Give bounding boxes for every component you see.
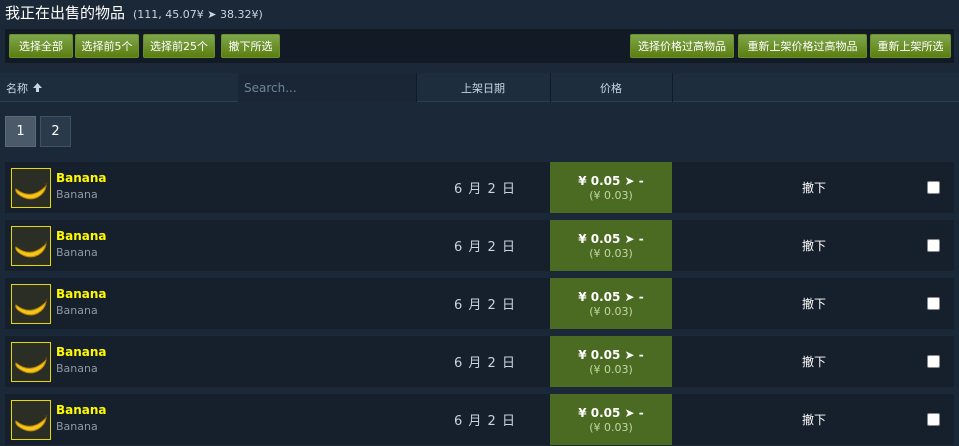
column-name-label: 名称 [6, 81, 28, 95]
listing-row: Banana Banana 6 月 2 日 ¥ 0.05 ➤ - (¥ 0.03… [5, 394, 954, 445]
listing-row: Banana Banana 6 月 2 日 ¥ 0.05 ➤ - (¥ 0.03… [5, 162, 954, 213]
select-first-25-button[interactable]: 选择前25个 [143, 34, 215, 58]
table-header: 名称 上架日期 价格 [0, 73, 959, 102]
select-all-button[interactable]: 选择全部 [9, 34, 73, 58]
banana-icon [15, 414, 48, 432]
banana-icon [15, 240, 48, 258]
page-title: 我正在出售的物品 [5, 4, 126, 22]
item-name[interactable]: Banana [56, 287, 107, 301]
relist-overpriced-button[interactable]: 重新上架价格过高物品 [738, 34, 867, 58]
listed-date: 6 月 2 日 [454, 414, 516, 429]
receive-price: (¥ 0.03) [589, 304, 633, 318]
item-name[interactable]: Banana [56, 403, 107, 417]
row-checkbox[interactable] [927, 181, 940, 194]
item-name[interactable]: Banana [56, 345, 107, 359]
remove-listing-button[interactable]: 撤下 [802, 394, 826, 445]
banana-icon [15, 182, 48, 200]
banana-icon [15, 298, 48, 316]
item-image[interactable] [11, 284, 51, 324]
column-name-header[interactable]: 名称 [6, 73, 43, 102]
search-input[interactable] [238, 73, 416, 102]
price-cell: ¥ 0.05 ➤ - (¥ 0.03) [550, 394, 672, 445]
item-game: Banana [56, 304, 98, 317]
price-cell: ¥ 0.05 ➤ - (¥ 0.03) [550, 220, 672, 271]
price-cell: ¥ 0.05 ➤ - (¥ 0.03) [550, 162, 672, 213]
listing-row: Banana Banana 6 月 2 日 ¥ 0.05 ➤ - (¥ 0.03… [5, 220, 954, 271]
receive-price: (¥ 0.03) [589, 420, 633, 434]
listing-summary: (111, 45.07¥ ➤ 38.32¥) [133, 8, 263, 21]
remove-listing-button[interactable]: 撤下 [802, 220, 826, 271]
page-header: 我正在出售的物品 (111, 45.07¥ ➤ 38.32¥) [5, 2, 263, 24]
item-game: Banana [56, 362, 98, 375]
item-game: Banana [56, 188, 98, 201]
listing-price: ¥ 0.05 ➤ - [578, 173, 644, 188]
receive-price: (¥ 0.03) [589, 188, 633, 202]
relist-selected-button[interactable]: 重新上架所选 [870, 34, 951, 58]
remove-listing-button[interactable]: 撤下 [802, 278, 826, 329]
item-game: Banana [56, 246, 98, 259]
receive-price: (¥ 0.03) [589, 246, 633, 260]
listing-price: ¥ 0.05 ➤ - [578, 405, 644, 420]
item-image[interactable] [11, 342, 51, 382]
receive-price: (¥ 0.03) [589, 362, 633, 376]
page-2-button[interactable]: 2 [40, 116, 71, 147]
listed-date: 6 月 2 日 [454, 356, 516, 371]
item-image[interactable] [11, 168, 51, 208]
price-cell: ¥ 0.05 ➤ - (¥ 0.03) [550, 336, 672, 387]
column-price-header[interactable]: 价格 [550, 73, 672, 102]
price-cell: ¥ 0.05 ➤ - (¥ 0.03) [550, 278, 672, 329]
item-name[interactable]: Banana [56, 229, 107, 243]
listed-date: 6 月 2 日 [454, 298, 516, 313]
select-first-5-button[interactable]: 选择前5个 [75, 34, 139, 58]
item-image[interactable] [11, 226, 51, 266]
remove-listing-button[interactable]: 撤下 [802, 162, 826, 213]
listing-row: Banana Banana 6 月 2 日 ¥ 0.05 ➤ - (¥ 0.03… [5, 336, 954, 387]
sort-up-arrow-icon [33, 83, 42, 92]
item-game: Banana [56, 420, 98, 433]
select-overpriced-button[interactable]: 选择价格过高物品 [630, 34, 734, 58]
row-checkbox[interactable] [927, 413, 940, 426]
page-1-button[interactable]: 1 [5, 116, 36, 147]
listing-price: ¥ 0.05 ➤ - [578, 347, 644, 362]
listed-date: 6 月 2 日 [454, 240, 516, 255]
row-checkbox[interactable] [927, 239, 940, 252]
listed-date: 6 月 2 日 [454, 182, 516, 197]
listing-row: Banana Banana 6 月 2 日 ¥ 0.05 ➤ - (¥ 0.03… [5, 278, 954, 329]
listing-price: ¥ 0.05 ➤ - [578, 231, 644, 246]
banana-icon [15, 356, 48, 374]
delist-selected-button[interactable]: 撤下所选 [221, 34, 280, 58]
item-name[interactable]: Banana [56, 171, 107, 185]
column-divider [672, 73, 673, 102]
remove-listing-button[interactable]: 撤下 [802, 336, 826, 387]
item-image[interactable] [11, 400, 51, 440]
listing-price: ¥ 0.05 ➤ - [578, 289, 644, 304]
column-listed-date-header[interactable]: 上架日期 [416, 73, 550, 102]
action-toolbar: 选择全部 选择前5个 选择前25个 撤下所选 选择价格过高物品 重新上架价格过高… [5, 29, 954, 63]
row-checkbox[interactable] [927, 355, 940, 368]
row-checkbox[interactable] [927, 297, 940, 310]
